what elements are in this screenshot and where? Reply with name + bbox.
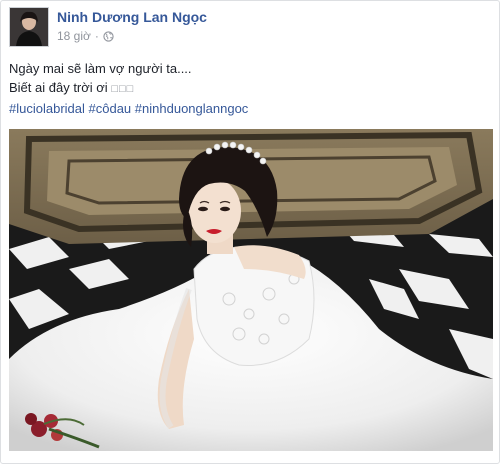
bride-photo-image bbox=[9, 129, 493, 451]
author-avatar[interactable] bbox=[9, 7, 49, 47]
emoji-placeholder: □□□ bbox=[111, 83, 135, 95]
post-text-line-2-words: Biết ai đây trời ơi bbox=[9, 80, 108, 95]
post-photo[interactable] bbox=[9, 129, 493, 451]
hashtag-link[interactable]: #luciolabridal bbox=[9, 101, 85, 116]
post-text-line-2: Biết ai đây trời ơi □□□ bbox=[9, 78, 192, 99]
hashtag-list: #luciolabridal #côdau #ninhduonglanngoc bbox=[9, 101, 248, 116]
post-timestamp[interactable]: 18 giờ bbox=[57, 29, 91, 43]
post-meta: 18 giờ · bbox=[57, 29, 114, 43]
hashtag-link[interactable]: #côdau bbox=[89, 101, 132, 116]
post-body: Ngày mai sẽ làm vợ người ta.... Biết ai … bbox=[9, 59, 192, 99]
hashtag-link[interactable]: #ninhduonglanngoc bbox=[135, 101, 249, 116]
meta-separator: · bbox=[94, 29, 99, 43]
avatar-image bbox=[10, 8, 48, 46]
post-card: Ninh Dương Lan Ngọc 18 giờ · Ngày mai sẽ… bbox=[0, 0, 500, 464]
author-name-link[interactable]: Ninh Dương Lan Ngọc bbox=[57, 9, 207, 25]
post-text-line-1: Ngày mai sẽ làm vợ người ta.... bbox=[9, 61, 192, 76]
globe-icon[interactable] bbox=[103, 30, 114, 42]
